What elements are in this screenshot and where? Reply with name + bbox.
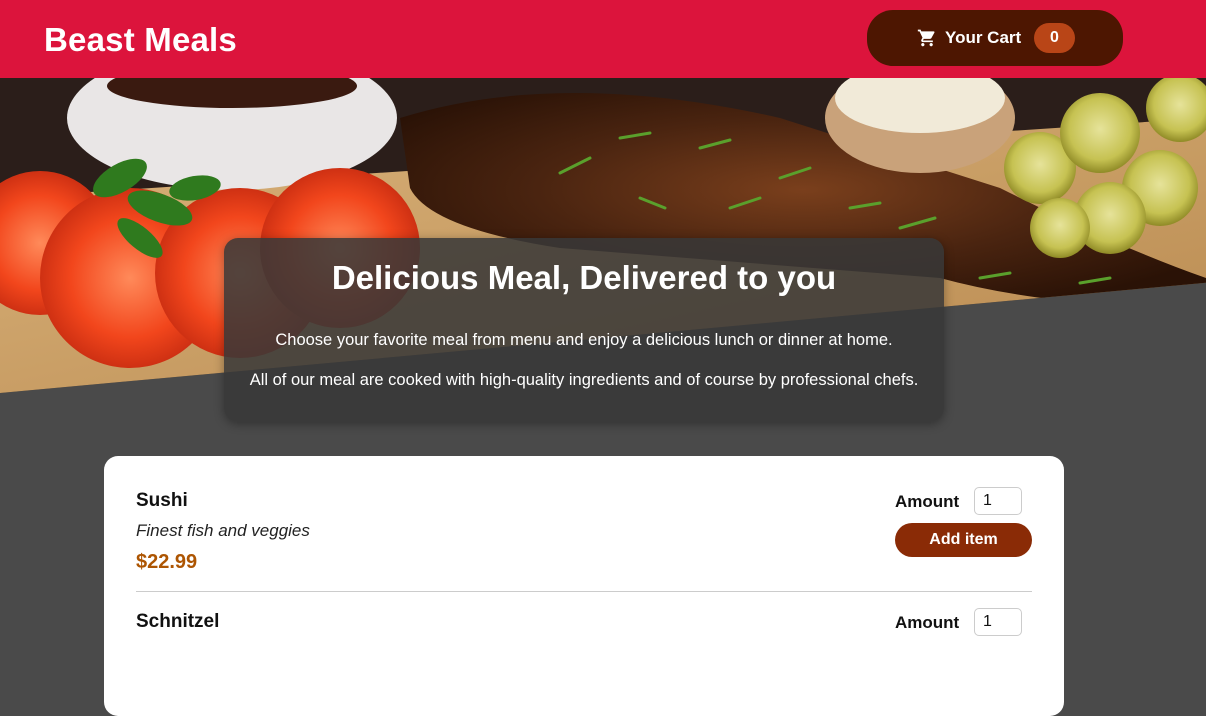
amount-label: Amount [895,492,960,511]
summary-text-1: Choose your favorite meal from menu and … [275,331,893,349]
meal-name: Schnitzel [136,611,220,632]
main-header: Beast Meals Your Cart 0 [0,0,1206,78]
brand-title: Beast Meals [44,21,237,58]
meal-name: Sushi [136,490,188,511]
summary-title: Delicious Meal, Delivered to you [331,259,837,296]
cart-button[interactable]: Your Cart [867,10,1123,66]
add-item-button[interactable]: Add item [895,523,1032,557]
shopping-cart-icon [917,29,935,47]
cart-count-badge: 0 [1034,23,1075,53]
meal-description: Finest fish and veggies [136,521,310,540]
amount-input[interactable] [974,487,1022,515]
meal-item-schnitzel: Schnitzel Amount [136,608,1032,710]
meal-item-sushi: Sushi Finest fish and veggies $22.99 Amo… [136,487,1032,592]
summary-text-2: All of our meal are cooked with high-qua… [249,371,919,389]
meals-summary: Delicious Meal, Delivered to you Choose … [224,238,944,422]
cart-label: Your Cart [945,28,1022,47]
meal-price: $22.99 [136,551,198,573]
amount-input[interactable] [974,608,1022,636]
meals-list-card: Sushi Finest fish and veggies $22.99 Amo… [104,456,1064,716]
amount-label: Amount [895,613,960,632]
